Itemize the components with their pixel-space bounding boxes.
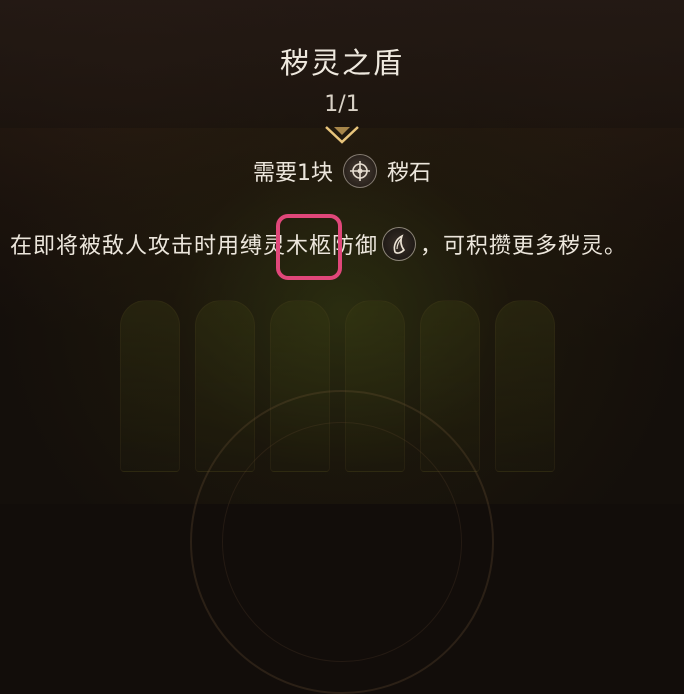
background-pillar [120,300,180,472]
highlighted-term: 木柩 [276,214,343,280]
description-text: 在即将被敌人攻击时用缚灵 [10,234,287,259]
background-rune-circle [190,390,494,694]
description-text: ，可积攒更多秽灵。 [420,234,628,259]
background-pillar [495,300,555,472]
description-text: 防御 [332,234,379,259]
skill-title: 秽灵之盾 [279,46,404,80]
requirement-row: 需要1块 秽石 [0,154,684,188]
skill-count: 1/1 [324,92,360,117]
ornate-divider [0,126,684,144]
requirement-item: 秽石 [386,161,431,186]
skill-description: 在即将被敌人攻击时用缚灵木柩防御 ，可积攒更多秽灵。 [10,214,678,280]
requirement-text: 需要1块 [252,161,333,186]
stone-emblem-icon [342,154,377,188]
spirit-orb-icon [382,227,417,261]
